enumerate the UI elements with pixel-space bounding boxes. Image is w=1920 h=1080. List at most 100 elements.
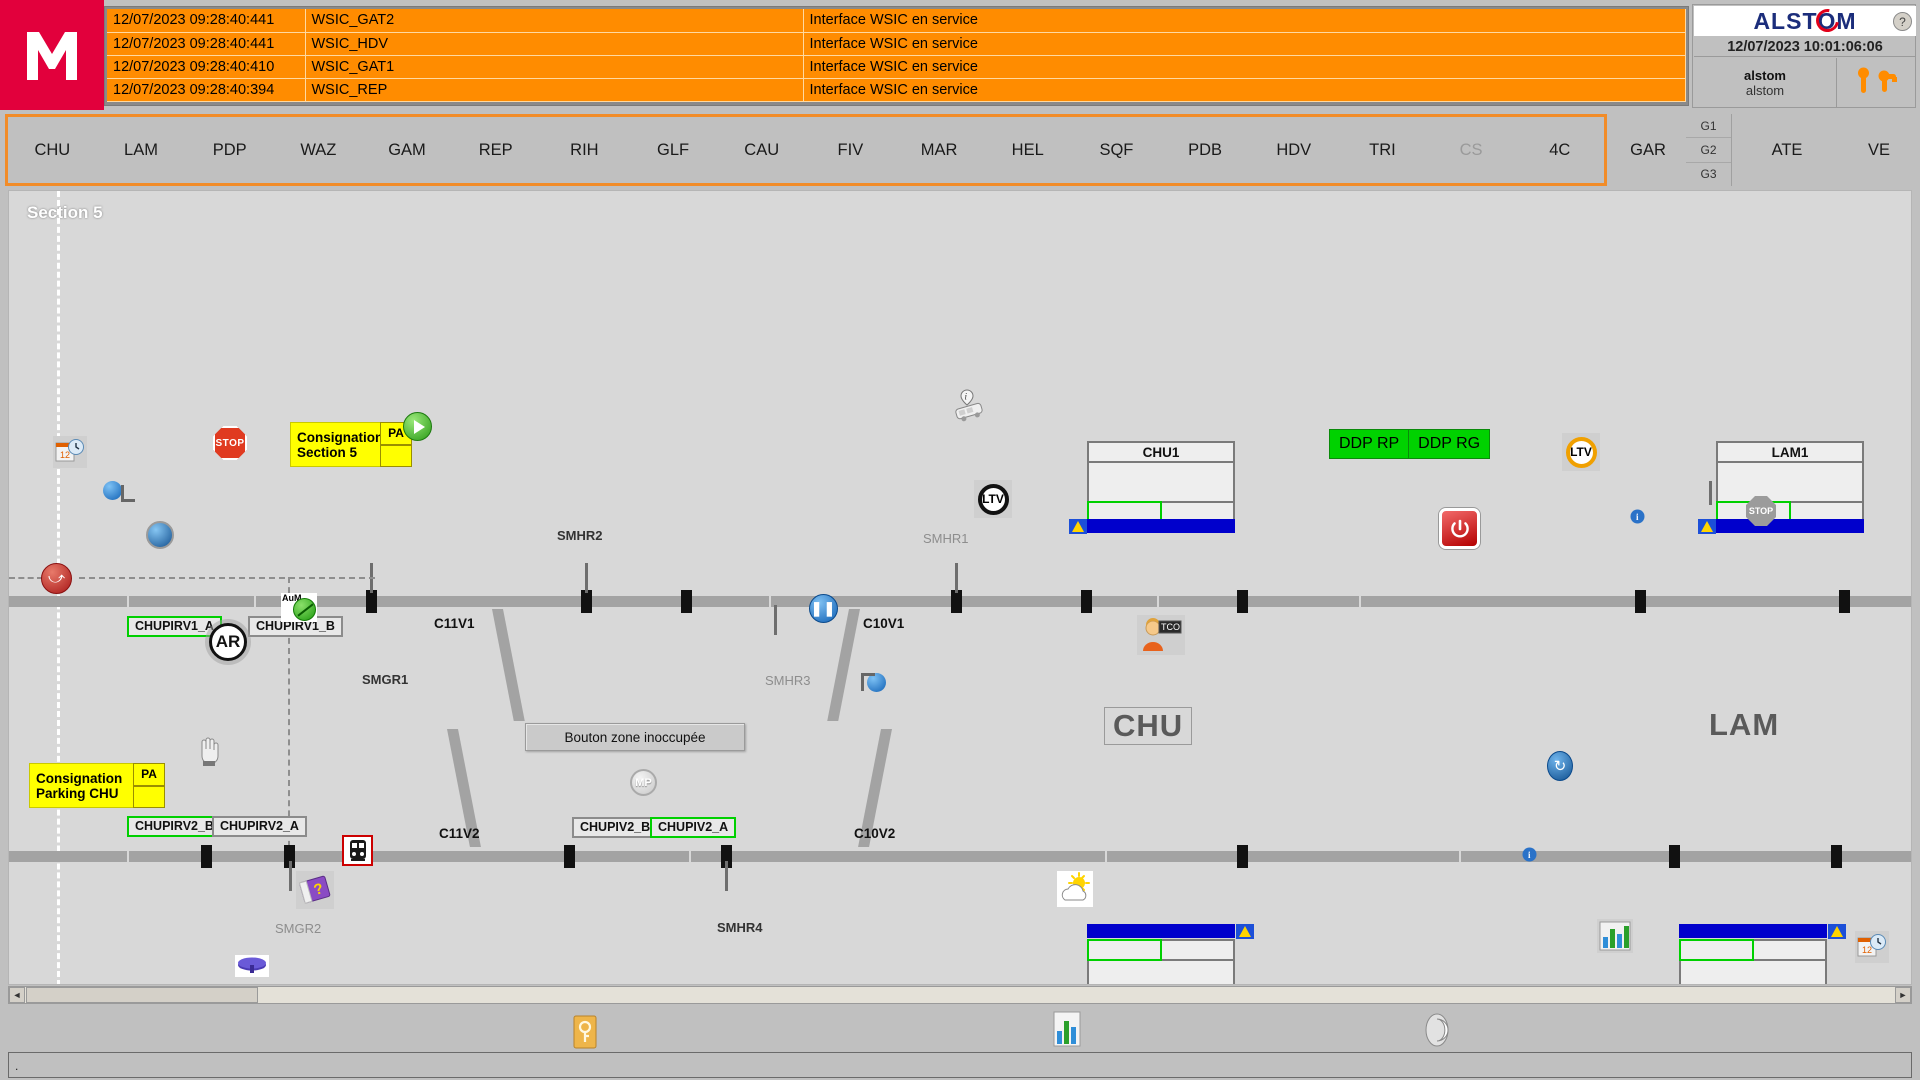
track-block-marker[interactable] [1237, 845, 1248, 868]
tab-gam[interactable]: GAM [363, 141, 452, 160]
track-block-marker[interactable] [1081, 590, 1092, 613]
module-lam1[interactable]: LAM1 [1716, 441, 1864, 525]
tab-gar[interactable]: GAR [1630, 141, 1666, 160]
module-bus-bar[interactable] [1087, 924, 1235, 938]
track-block-marker[interactable] [1669, 845, 1680, 868]
tab-pdp[interactable]: PDP [185, 141, 274, 160]
ltv-indicator-black[interactable]: LTV [974, 480, 1012, 518]
pause-button[interactable]: ❚❚ [809, 594, 838, 623]
tab-lam[interactable]: LAM [97, 141, 186, 160]
tab-ate[interactable]: ATE [1772, 141, 1803, 160]
info-icon[interactable]: i [1521, 846, 1537, 862]
stop-sign-grey-icon[interactable]: STOP [1746, 496, 1776, 526]
warning-icon[interactable] [1828, 924, 1846, 939]
warning-icon[interactable] [1698, 519, 1716, 534]
tab-rih[interactable]: RIH [540, 141, 629, 160]
scroll-thumb[interactable] [26, 987, 258, 1003]
permission-keys[interactable] [1836, 58, 1916, 108]
tab-4c[interactable]: 4C [1515, 141, 1604, 160]
unoccupied-zone-button[interactable]: Bouton zone inoccupée [525, 723, 745, 751]
tco-operator-icon[interactable]: TCO [1137, 615, 1185, 655]
track-block-marker[interactable] [201, 845, 212, 868]
module-chu1[interactable]: CHU1 [1087, 441, 1235, 525]
alarm-list[interactable]: 12/07/2023 09:28:40:441 WSIC_GAT2 Interf… [104, 6, 1689, 106]
module-lam2[interactable]: LAM2 [1679, 939, 1827, 984]
ddp-rg-button[interactable]: DDP RG [1409, 430, 1490, 458]
blue-indicator-ball[interactable] [146, 521, 174, 549]
signal-box-chupirv1-a[interactable]: CHUPIRV1_A [127, 616, 222, 637]
tab-cau[interactable]: CAU [717, 141, 806, 160]
chart-bar-icon[interactable] [1597, 919, 1633, 953]
train-icon[interactable] [342, 835, 373, 866]
track-block-marker[interactable] [1831, 845, 1842, 868]
consignation-parking-chu[interactable]: Consignation Parking CHU [29, 763, 141, 808]
scroll-left-arrow[interactable]: ◄ [9, 987, 25, 1003]
tab-waz[interactable]: WAZ [274, 141, 363, 160]
tab-tri[interactable]: TRI [1338, 141, 1427, 160]
warning-icon[interactable] [1069, 519, 1087, 534]
tab-cs[interactable]: CS [1427, 141, 1516, 160]
consignation-cell-empty[interactable] [133, 785, 165, 808]
schedule-clock-icon[interactable]: 12 [53, 436, 87, 468]
blue-pin-icon[interactable] [861, 673, 886, 692]
consignation-parking-cells[interactable]: PA [133, 763, 165, 808]
track-block-marker[interactable] [581, 590, 592, 613]
module-cell[interactable] [1754, 941, 1825, 959]
module-row[interactable] [1087, 939, 1235, 961]
module-cell[interactable] [1162, 941, 1233, 959]
reroute-button[interactable]: ⤻ [41, 563, 72, 594]
tab-hdv[interactable]: HDV [1249, 141, 1338, 160]
consignation-cell-empty[interactable] [380, 444, 412, 467]
mp-button-center[interactable]: MP [630, 769, 657, 796]
ddp-panel[interactable]: DDP RP DDP RG [1329, 429, 1491, 459]
signal-box-chupiv2-a[interactable]: CHUPIV2_A [650, 817, 737, 838]
module-body[interactable] [1087, 961, 1235, 984]
track-block-marker[interactable] [681, 590, 692, 613]
module-body[interactable] [1679, 961, 1827, 984]
signal-box-chupiv2-b[interactable]: CHUPIV2_B [572, 817, 659, 838]
help-book-icon[interactable]: ? [296, 871, 334, 909]
train-info-marker-icon[interactable]: i [949, 387, 985, 427]
ar-indicator[interactable]: AR [209, 623, 247, 661]
info-icon[interactable]: i [1629, 508, 1645, 524]
track-block-marker[interactable] [1839, 590, 1850, 613]
aum-switch-upper[interactable]: AuM [281, 593, 317, 622]
tab-pdb[interactable]: PDB [1161, 141, 1250, 160]
horizontal-scrollbar[interactable]: ◄ ► [8, 986, 1912, 1004]
emergency-power-button[interactable] [1439, 508, 1480, 549]
tab-fiv[interactable]: FIV [806, 141, 895, 160]
play-green-button[interactable] [403, 412, 432, 441]
tab-ve[interactable]: VE [1868, 141, 1890, 160]
key-gold-icon[interactable] [570, 1014, 600, 1050]
module-bus-bar[interactable] [1087, 519, 1235, 533]
track-block-marker[interactable] [951, 590, 962, 613]
track-block-marker[interactable] [1237, 590, 1248, 613]
table-row[interactable]: 12/07/2023 09:28:40:441 WSIC_HDV Interfa… [107, 32, 1686, 56]
scroll-right-arrow[interactable]: ► [1895, 987, 1911, 1003]
weather-icon[interactable] [1057, 871, 1093, 907]
tab-glf[interactable]: GLF [629, 141, 718, 160]
tab-hel[interactable]: HEL [983, 141, 1072, 160]
blue-pin-icon[interactable] [103, 481, 135, 502]
ltv-indicator-orange[interactable]: LTV [1562, 433, 1600, 471]
synoptic-diagram[interactable]: Section 5 C11V1 C11V2 C10V1 C10V2 SMHR2 … [8, 190, 1912, 985]
tab-sqf[interactable]: SQF [1072, 141, 1161, 160]
module-chu2[interactable]: CHU2 [1087, 939, 1235, 984]
tab-rep[interactable]: REP [451, 141, 540, 160]
hand-stop-icon[interactable] [195, 735, 223, 769]
stop-sign-icon[interactable]: STOP [213, 426, 247, 460]
warning-icon[interactable] [1236, 924, 1254, 939]
signal-box-chupirv2-b[interactable]: CHUPIRV2_B [127, 816, 222, 837]
track-block-marker[interactable] [564, 845, 575, 868]
module-row[interactable] [1679, 939, 1827, 961]
station-name-chu[interactable]: CHU [1104, 707, 1193, 745]
module-cell-green[interactable] [1679, 939, 1754, 961]
table-row[interactable]: 12/07/2023 09:28:40:441 WSIC_GAT2 Interf… [107, 9, 1686, 33]
chart-bar-icon[interactable] [1050, 1010, 1084, 1050]
refresh-button[interactable]: ↻ [1547, 751, 1573, 781]
module-cell-green[interactable] [1087, 939, 1162, 961]
module-body[interactable] [1087, 463, 1235, 503]
schedule-clock-icon[interactable]: 12 [1855, 931, 1889, 963]
module-body[interactable] [1716, 463, 1864, 503]
track-block-marker[interactable] [366, 590, 377, 613]
